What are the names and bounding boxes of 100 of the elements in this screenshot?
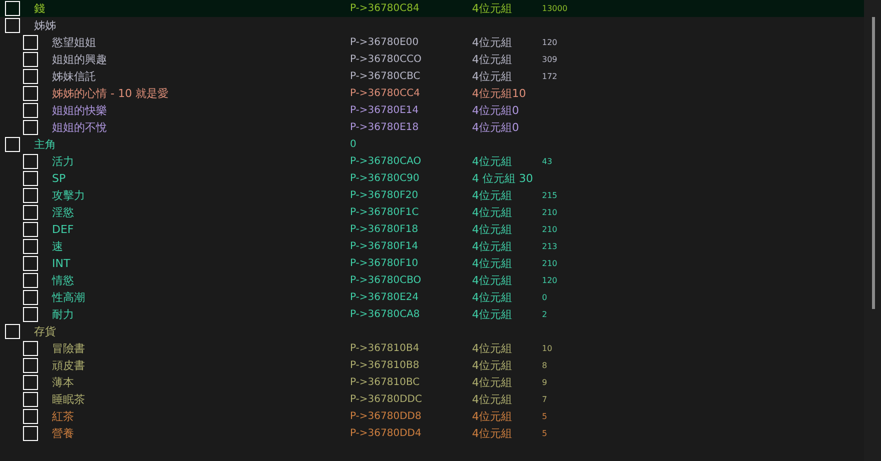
table-row[interactable]: 姐姐的快樂 P->36780E14 4位元組0 (0, 102, 864, 119)
address-cell: P->36780F20 (350, 190, 418, 201)
checkbox[interactable] (23, 273, 38, 288)
table-row[interactable]: SP P->36780C90 4 位元組 30 (0, 170, 864, 187)
table-row[interactable]: 存貨 (0, 323, 864, 340)
value-cell: 2 (542, 310, 548, 319)
description-cell: SP (52, 172, 66, 185)
value-cell: 13000 (542, 4, 568, 13)
table-row[interactable]: 淫慾 P->36780F1C 4位元組 210 (0, 204, 864, 221)
table-row[interactable]: 活力 P->36780CAO 4位元組 43 (0, 153, 864, 170)
checkbox[interactable] (5, 137, 20, 152)
description-cell: 耐力 (52, 307, 74, 322)
description-cell: 薄本 (52, 375, 74, 390)
address-cell: P->36780F14 (350, 241, 418, 252)
checkbox[interactable] (23, 239, 38, 254)
checkbox[interactable] (23, 188, 38, 203)
value-cell: 210 (542, 225, 558, 234)
description-cell: 姐姐的不悅 (52, 120, 107, 135)
table-row[interactable]: 姐姐的興趣 P->36780CCO 4位元組 309 (0, 51, 864, 68)
table-row[interactable]: 慾望姐姐 P->36780E00 4位元組 120 (0, 34, 864, 51)
checkbox[interactable] (23, 392, 38, 407)
table-row[interactable]: 頑皮書 P->367810B8 4位元組 8 (0, 357, 864, 374)
address-cell: P->36780CBO (350, 275, 422, 286)
address-cell: P->36780E14 (350, 105, 419, 116)
table-row[interactable]: 薄本 P->367810BC 4位元組 9 (0, 374, 864, 391)
type-cell: 4位元組 (472, 189, 512, 202)
table-row[interactable]: 錢 P->36780C84 4位元組 13000 (0, 0, 864, 17)
type-cell: 4位元組 (472, 223, 512, 236)
checkbox[interactable] (23, 426, 38, 441)
value-cell: 0 (542, 293, 548, 302)
type-cell: 4位元組 (472, 427, 512, 440)
address-cell: P->36780CC4 (350, 88, 420, 99)
value-cell: 43 (542, 157, 552, 166)
value-cell: 5 (542, 412, 548, 421)
checkbox[interactable] (23, 205, 38, 220)
value-cell: 215 (542, 191, 558, 200)
checkbox[interactable] (23, 171, 38, 186)
address-cell: P->36780CAO (350, 156, 422, 167)
table-row[interactable]: 情慾 P->36780CBO 4位元組 120 (0, 272, 864, 289)
checkbox[interactable] (23, 256, 38, 271)
type-cell: 4位元組 (472, 70, 512, 83)
address-cell: P->36780C90 (350, 173, 420, 184)
checkbox[interactable] (23, 120, 38, 135)
type-cell: 4位元組 (472, 308, 512, 321)
checkbox[interactable] (23, 307, 38, 322)
checkbox[interactable] (23, 154, 38, 169)
type-cell: 4位元組 (472, 155, 512, 168)
checkbox[interactable] (23, 375, 38, 390)
table-row[interactable]: 睡眠茶 P->36780DDC 4位元組 7 (0, 391, 864, 408)
table-row[interactable]: 主角 0 (0, 136, 864, 153)
type-cell: 4位元組 (472, 410, 512, 423)
table-row[interactable]: 營養 P->36780DD4 4位元組 5 (0, 425, 864, 442)
description-cell: 睡眠茶 (52, 392, 85, 407)
address-cell: 0 (350, 139, 356, 150)
type-cell: 4位元組10 (472, 87, 526, 100)
address-cell: P->36780DDC (350, 394, 422, 405)
description-cell: 速 (52, 239, 63, 254)
checkbox[interactable] (23, 341, 38, 356)
table-row[interactable]: INT P->36780F10 4位元組 210 (0, 255, 864, 272)
description-cell: 姊妹信託 (52, 69, 96, 84)
address-cell: P->36780E18 (350, 122, 419, 133)
table-row[interactable]: 冒險書 P->367810B4 4位元組 10 (0, 340, 864, 357)
type-cell: 4位元組 (472, 2, 512, 15)
address-cell: P->36780C84 (350, 3, 420, 14)
checkbox[interactable] (23, 290, 38, 305)
checkbox[interactable] (23, 103, 38, 118)
table-row[interactable]: 性高潮 P->36780E24 4位元組 0 (0, 289, 864, 306)
table-row[interactable]: 紅茶 P->36780DD8 4位元組 5 (0, 408, 864, 425)
table-row[interactable]: 姊妹信託 P->36780CBC 4位元組 172 (0, 68, 864, 85)
table-row[interactable]: DEF P->36780F18 4位元組 210 (0, 221, 864, 238)
table-row[interactable]: 速 P->36780F14 4位元組 213 (0, 238, 864, 255)
checkbox[interactable] (23, 35, 38, 50)
checkbox[interactable] (23, 52, 38, 67)
checkbox[interactable] (23, 358, 38, 373)
table-row[interactable]: 姊姊 (0, 17, 864, 34)
value-cell: 8 (542, 361, 548, 370)
address-cell: P->367810B8 (350, 360, 420, 371)
type-cell: 4 位元組 30 (472, 172, 533, 185)
checkbox[interactable] (5, 1, 20, 16)
table-row[interactable]: 耐力 P->36780CA8 4位元組 2 (0, 306, 864, 323)
checkbox[interactable] (23, 69, 38, 84)
checkbox[interactable] (23, 86, 38, 101)
address-cell: P->36780CA8 (350, 309, 420, 320)
address-cell: P->36780E24 (350, 292, 419, 303)
type-cell: 4位元組 (472, 359, 512, 372)
table-row[interactable]: 姐姐的不悅 P->36780E18 4位元組0 (0, 119, 864, 136)
checkbox[interactable] (23, 222, 38, 237)
checkbox[interactable] (5, 324, 20, 339)
value-cell: 213 (542, 242, 558, 251)
table-row[interactable]: 姊姊的心情 - 10 就是愛 P->36780CC4 4位元組10 (0, 85, 864, 102)
type-cell: 4位元組0 (472, 121, 519, 134)
description-cell: 營養 (52, 426, 74, 441)
table-row[interactable]: 攻擊力 P->36780F20 4位元組 215 (0, 187, 864, 204)
scrollbar-thumb[interactable] (872, 17, 875, 309)
address-cell: P->36780F1C (350, 207, 419, 218)
checkbox[interactable] (23, 409, 38, 424)
type-cell: 4位元組 (472, 342, 512, 355)
description-cell: 姐姐的興趣 (52, 52, 107, 67)
checkbox[interactable] (5, 18, 20, 33)
value-cell: 9 (542, 378, 548, 387)
